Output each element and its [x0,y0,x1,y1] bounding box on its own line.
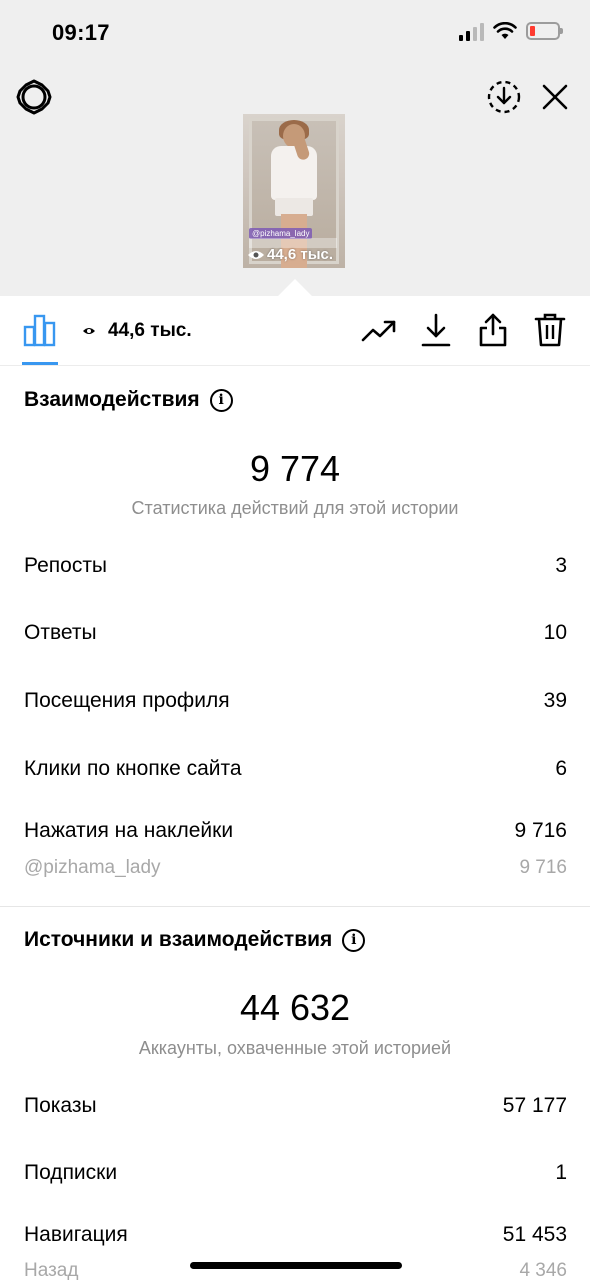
close-icon[interactable] [540,82,570,112]
metric-row-website-clicks[interactable]: Клики по кнопке сайта 6 [24,757,567,781]
metric-label: Репосты [24,554,108,577]
delete-trash-icon[interactable] [533,312,567,348]
viewers-button[interactable]: 44,6 тыс. [82,320,192,342]
metric-row-sticker-taps[interactable]: Нажатия на наклейки 9 716 [24,819,567,843]
eye-icon [83,328,95,334]
eye-icon [248,250,264,259]
metric-row-navigation[interactable]: Навигация 51 453 [24,1223,567,1247]
save-download-icon[interactable] [420,312,452,348]
metric-value: 10 [543,621,567,644]
metric-sublabel: @pizhama_lady [24,857,161,878]
story-thumbnail[interactable]: @pizhama_lady 44,6 тыс. [243,114,345,268]
battery-low-icon [526,22,563,40]
status-icons [459,21,563,41]
metric-value: 9 716 [514,819,567,842]
settings-gear-icon[interactable] [15,78,53,116]
metric-value: 6 [555,757,567,780]
metric-value: 1 [555,1161,567,1184]
active-tab-indicator [22,362,58,365]
metric-label: Клики по кнопке сайта [24,757,242,780]
info-icon[interactable]: i [209,388,233,412]
interactions-section-title: Взаимодействия i [24,388,233,412]
metric-label: Подписки [24,1161,118,1184]
metric-sublabel: Назад [24,1260,79,1280]
metric-label: Навигация [24,1223,128,1246]
metric-row-reposts[interactable]: Репосты 3 [24,554,567,578]
share-icon[interactable] [477,312,509,348]
metric-value: 3 [555,554,567,577]
thumbnail-views-count: 44,6 тыс. [267,246,334,263]
promote-trend-icon[interactable] [361,315,397,347]
discovery-caption: Аккаунты, охваченные этой историей [138,1038,452,1058]
discovery-title: Источники и взаимодействия [24,928,333,951]
insights-bar-chart-icon[interactable] [22,312,58,348]
status-time: 09:17 [52,20,110,45]
discovery-total: 44 632 [239,987,351,1028]
signal-icon [459,21,484,41]
download-icon[interactable] [485,78,523,116]
story-header-area: 09:17 @pizhama_lady 44,6 тыс. [0,0,590,296]
metric-row-replies[interactable]: Ответы 10 [24,621,567,645]
section-divider [0,906,590,907]
metric-value: 51 453 [502,1223,567,1246]
metric-subvalue: 9 716 [519,857,567,878]
metric-label: Показы [24,1094,97,1117]
metric-subvalue: 4 346 [519,1260,567,1280]
wifi-icon [493,22,517,39]
metric-label: Ответы [24,621,97,644]
interactions-caption: Статистика действий для этой истории [131,498,459,518]
metric-label: Посещения профиля [24,689,230,712]
metric-row-follows[interactable]: Подписки 1 [24,1161,567,1185]
interactions-total: 9 774 [249,448,341,489]
story-toolbar: 44,6 тыс. [0,296,590,366]
metric-row-profile-visits[interactable]: Посещения профиля 39 [24,689,567,713]
views-count-label: 44,6 тыс. [108,320,192,341]
metric-row-impressions[interactable]: Показы 57 177 [24,1094,567,1118]
thumbnail-views: 44,6 тыс. [247,246,333,263]
metric-subrow-sticker-mention[interactable]: @pizhama_lady 9 716 [24,857,567,879]
metric-value: 57 177 [502,1094,567,1117]
metric-label: Нажатия на наклейки [24,819,234,842]
interactions-title: Взаимодействия [24,388,200,411]
info-icon[interactable]: i [342,928,366,952]
metric-value: 39 [543,689,567,712]
home-indicator[interactable] [190,1262,402,1269]
discovery-section-title: Источники и взаимодействия i [24,928,366,952]
